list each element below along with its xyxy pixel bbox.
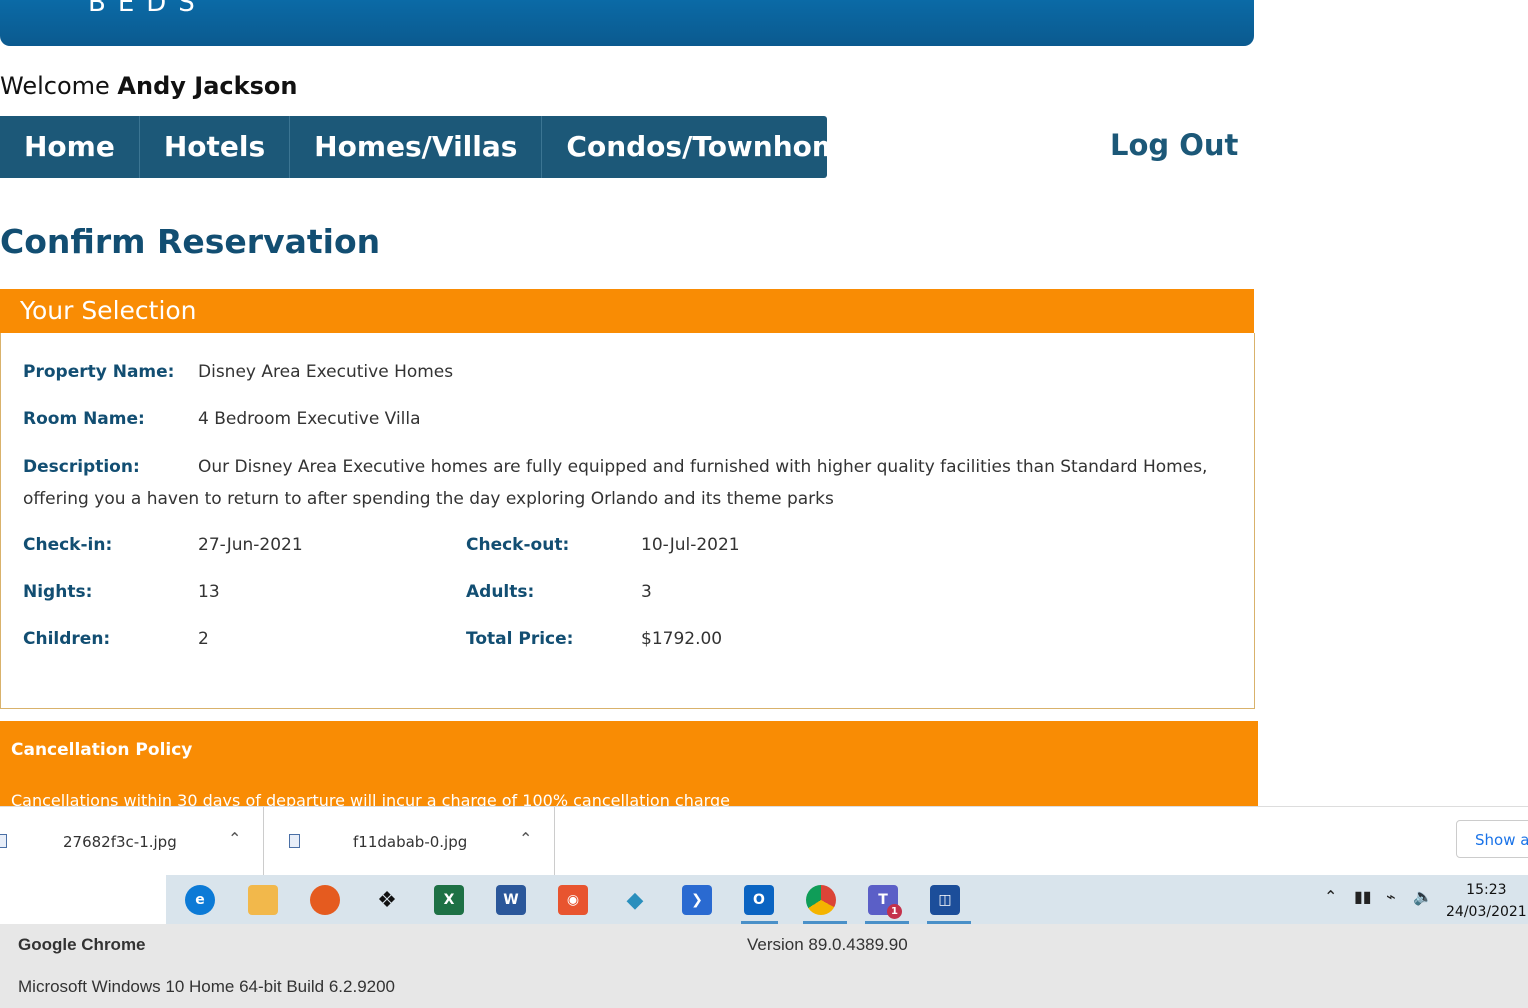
word-icon[interactable]: W — [496, 885, 526, 915]
chevron-up-icon[interactable]: ⌃ — [519, 829, 532, 848]
chevron-up-icon[interactable]: ⌃ — [228, 829, 241, 848]
power-automate-icon[interactable]: ❯ — [682, 885, 712, 915]
download-bar: 27682f3c-1.jpg ⌃ f11dabab-0.jpg ⌃ — [0, 806, 1528, 876]
office-lens-icon[interactable]: ◉ — [558, 885, 588, 915]
teams-badge: 1 — [887, 904, 902, 919]
battery-icon[interactable]: ▮▮ — [1354, 887, 1372, 906]
property-name-value: Disney Area Executive Homes — [198, 362, 454, 382]
remote-desktop-icon[interactable]: ◫ — [930, 885, 960, 915]
system-info-bar: Google Chrome Version 89.0.4389.90 Micro… — [0, 924, 1528, 1008]
header-banner: BEDS — [0, 0, 1254, 46]
cancellation-policy-panel: Cancellation Policy Cancellations within… — [0, 721, 1258, 806]
image-file-icon — [289, 834, 300, 848]
wifi-icon[interactable]: ⌁ — [1386, 887, 1396, 906]
image-file-icon — [0, 834, 7, 848]
outlook-icon[interactable]: O — [744, 885, 774, 915]
dropbox-icon[interactable]: ❖ — [372, 885, 402, 915]
download-filename: 27682f3c-1.jpg — [63, 833, 177, 851]
selection-heading: Your Selection — [0, 289, 1254, 333]
clock-date: 24/03/2021 — [1446, 904, 1527, 920]
browser-version: Version 89.0.4389.90 — [747, 935, 908, 954]
speaker-icon[interactable]: 🔈 — [1413, 887, 1433, 906]
main-nav: Home Hotels Homes/Villas Condos/Townhome… — [0, 116, 877, 178]
nav-condos-townhomes[interactable]: Condos/Townhomes — [542, 116, 900, 178]
taskbar-clock[interactable]: 15:23 24/03/2021 — [1446, 879, 1527, 923]
cancellation-title: Cancellation Policy — [11, 740, 193, 760]
file-explorer-icon[interactable] — [248, 885, 278, 915]
teams-icon[interactable]: T 1 — [868, 885, 902, 919]
room-name-value: 4 Bedroom Executive Villa — [198, 409, 421, 429]
firefox-icon[interactable] — [310, 885, 340, 915]
welcome-message: Welcome Andy Jackson — [0, 72, 297, 100]
description-value: Our Disney Area Executive homes are full… — [23, 457, 1208, 509]
nav-homes-villas[interactable]: Homes/Villas — [290, 116, 543, 178]
page-title: Confirm Reservation — [0, 222, 381, 261]
show-all-button[interactable]: Show all — [1456, 820, 1528, 858]
chevron-up-icon[interactable]: ⌃ — [1324, 887, 1337, 906]
excel-icon[interactable]: X — [434, 885, 464, 915]
welcome-prefix: Welcome — [0, 72, 110, 100]
download-item[interactable]: f11dabab-0.jpg ⌃ — [264, 807, 555, 876]
checkout-label: Check-out: — [466, 535, 570, 555]
nights-label: Nights: — [23, 582, 93, 602]
checkin-label: Check-in: — [23, 535, 113, 555]
checkout-value: 10-Jul-2021 — [641, 535, 740, 555]
selection-panel — [0, 333, 1255, 709]
adults-value: 3 — [641, 582, 652, 602]
site-logo[interactable]: BEDS — [88, 0, 207, 18]
room-name-label: Room Name: — [23, 409, 145, 429]
download-item[interactable]: 27682f3c-1.jpg ⌃ — [0, 807, 264, 876]
taskbar-search-area[interactable] — [0, 875, 166, 924]
children-label: Children: — [23, 629, 111, 649]
nav-home[interactable]: Home — [0, 116, 140, 178]
total-price-value: $1792.00 — [641, 629, 723, 649]
nav-hotels[interactable]: Hotels — [140, 116, 291, 178]
description-row: Description: Our Disney Area Executive ho… — [23, 451, 1238, 515]
chrome-icon[interactable] — [806, 885, 836, 915]
property-name-label: Property Name: — [23, 362, 175, 382]
description-label: Description: — [23, 457, 140, 477]
os-info: Microsoft Windows 10 Home 64-bit Build 6… — [18, 977, 396, 996]
children-value: 2 — [198, 629, 209, 649]
clock-time: 15:23 — [1466, 882, 1507, 898]
logout-link[interactable]: Log Out — [1110, 128, 1238, 162]
welcome-user: Andy Jackson — [117, 72, 298, 100]
adults-label: Adults: — [466, 582, 535, 602]
layers-icon[interactable]: ◆ — [620, 885, 650, 915]
browser-name: Google Chrome — [18, 935, 146, 954]
edge-icon[interactable]: e — [185, 885, 215, 915]
download-filename: f11dabab-0.jpg — [353, 833, 468, 851]
windows-taskbar: e ❖ X W ◉ ◆ ❯ O T 1 ◫ ⌃ ▮▮ ⌁ 🔈 15:23 24/… — [0, 875, 1528, 924]
nights-value: 13 — [198, 582, 220, 602]
total-price-label: Total Price: — [466, 629, 574, 649]
cancellation-text: Cancellations within 30 days of departur… — [11, 791, 730, 806]
checkin-value: 27-Jun-2021 — [198, 535, 303, 555]
